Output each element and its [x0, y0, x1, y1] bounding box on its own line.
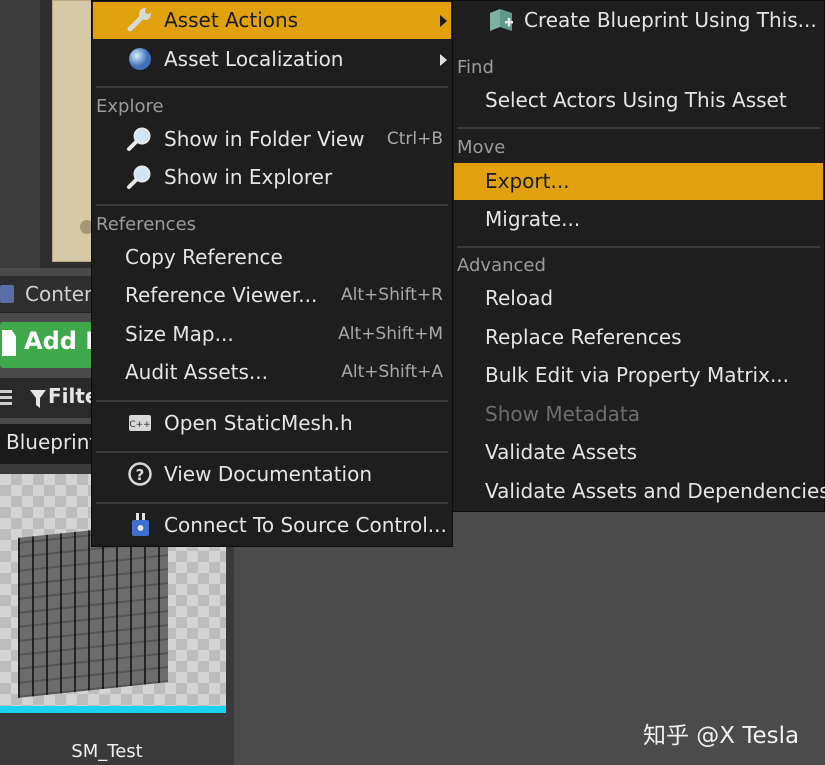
help-icon: ? — [128, 462, 152, 486]
menu-item-size-map[interactable]: Size Map... Alt+Shift+M — [93, 316, 451, 353]
menu-item-copy-reference[interactable]: Copy Reference — [93, 239, 451, 276]
svg-text:C++: C++ — [129, 420, 150, 430]
menu-item-migrate[interactable]: Migrate... — [454, 201, 823, 238]
menu-item-label: Show Metadata — [485, 402, 641, 426]
asset-actions-submenu: Create Blueprint Using This... Find Sele… — [452, 0, 825, 512]
menu-lines-icon[interactable] — [0, 390, 12, 406]
menu-separator — [457, 127, 820, 129]
menu-item-asset-actions[interactable]: Asset Actions — [93, 2, 451, 39]
section-header-references: References — [96, 214, 197, 235]
filter-funnel-icon — [30, 390, 46, 408]
menu-item-view-documentation[interactable]: ? View Documentation — [93, 456, 451, 493]
menu-item-validate-assets-dependencies[interactable]: Validate Assets and Dependencies — [454, 473, 825, 510]
shortcut-label: Alt+Shift+R — [341, 285, 443, 305]
watermark: 知乎 @X Tesla — [643, 723, 800, 749]
menu-item-label: Replace References — [485, 325, 682, 349]
menu-item-label: Reload — [485, 286, 554, 310]
source-control-icon — [132, 513, 149, 536]
globe-icon — [129, 48, 151, 70]
menu-item-label: Open StaticMesh.h — [164, 411, 353, 435]
shortcut-label: Alt+Shift+M — [338, 324, 443, 344]
menu-item-label: View Documentation — [164, 462, 372, 486]
section-header-explore: Explore — [96, 96, 164, 117]
menu-item-label: Asset Localization — [164, 47, 344, 71]
viewport-side-panel — [0, 0, 42, 268]
menu-item-create-blueprint[interactable]: Create Blueprint Using This... — [454, 2, 823, 39]
menu-item-connect-source-control[interactable]: Connect To Source Control... — [93, 507, 451, 544]
shortcut-label: Alt+Shift+A — [341, 362, 443, 382]
menu-item-bulk-edit[interactable]: Bulk Edit via Property Matrix... — [454, 357, 823, 394]
menu-item-label: Asset Actions — [164, 8, 299, 32]
menu-item-label: Show in Folder View — [164, 127, 365, 151]
magnifier-icon — [127, 165, 151, 189]
menu-item-asset-localization[interactable]: Asset Localization — [93, 41, 451, 78]
menu-separator — [457, 246, 820, 248]
menu-item-audit-assets[interactable]: Audit Assets... Alt+Shift+A — [93, 354, 451, 391]
menu-separator — [96, 451, 448, 453]
section-header-advanced: Advanced — [457, 255, 546, 276]
menu-item-label: Audit Assets... — [125, 360, 268, 384]
menu-item-show-metadata: Show Metadata — [454, 396, 823, 433]
wrench-icon — [127, 8, 151, 32]
menu-separator — [96, 204, 448, 206]
menu-item-label: Show in Explorer — [164, 165, 333, 189]
blueprint-filter-chip[interactable]: Blueprint — [6, 430, 97, 454]
menu-item-label: Migrate... — [485, 207, 581, 231]
shortcut-label: Ctrl+B — [386, 129, 443, 149]
content-browser-tab-label: Conten — [25, 282, 97, 306]
asset-context-menu: Asset Actions Asset Localization Explore… — [91, 0, 453, 547]
magnifier-icon — [127, 127, 151, 151]
asset-name-label: SM_Test — [71, 741, 143, 762]
menu-item-open-staticmesh-h[interactable]: C++ Open StaticMesh.h — [93, 405, 451, 442]
new-file-icon — [2, 330, 16, 356]
static-mesh-cube-preview — [18, 522, 168, 698]
menu-item-export[interactable]: Export... — [454, 163, 823, 200]
menu-item-replace-references[interactable]: Replace References — [454, 319, 823, 356]
content-browser-icon — [0, 285, 14, 303]
menu-item-label: Connect To Source Control... — [164, 513, 447, 537]
svg-text:?: ? — [136, 466, 145, 484]
menu-separator — [96, 86, 448, 88]
menu-item-show-in-folder-view[interactable]: Show in Folder View Ctrl+B — [93, 121, 451, 158]
menu-item-reload[interactable]: Reload — [454, 280, 823, 317]
submenu-arrow-icon — [440, 15, 447, 27]
menu-item-label: Validate Assets and Dependencies — [485, 479, 825, 503]
submenu-arrow-icon — [440, 54, 447, 66]
menu-item-select-actors[interactable]: Select Actors Using This Asset — [454, 82, 823, 119]
cpp-file-icon: C++ — [129, 415, 151, 431]
section-header-move: Move — [457, 137, 506, 158]
menu-item-reference-viewer[interactable]: Reference Viewer... Alt+Shift+R — [93, 277, 451, 314]
menu-item-label: Copy Reference — [125, 245, 283, 269]
selection-underline — [0, 706, 226, 713]
menu-item-label: Reference Viewer... — [125, 283, 318, 307]
menu-item-label: Export... — [485, 169, 570, 193]
menu-separator — [96, 400, 448, 402]
menu-item-label: Validate Assets — [485, 440, 638, 464]
menu-separator — [96, 502, 448, 504]
menu-item-label: Bulk Edit via Property Matrix... — [485, 363, 790, 387]
menu-item-label: Select Actors Using This Asset — [485, 88, 787, 112]
menu-item-label: Create Blueprint Using This... — [524, 8, 817, 32]
menu-item-validate-assets[interactable]: Validate Assets — [454, 434, 823, 471]
blueprint-icon — [490, 9, 513, 31]
section-header-find: Find — [457, 57, 494, 78]
menu-item-label: Size Map... — [125, 322, 234, 346]
menu-item-show-in-explorer[interactable]: Show in Explorer — [93, 159, 451, 196]
